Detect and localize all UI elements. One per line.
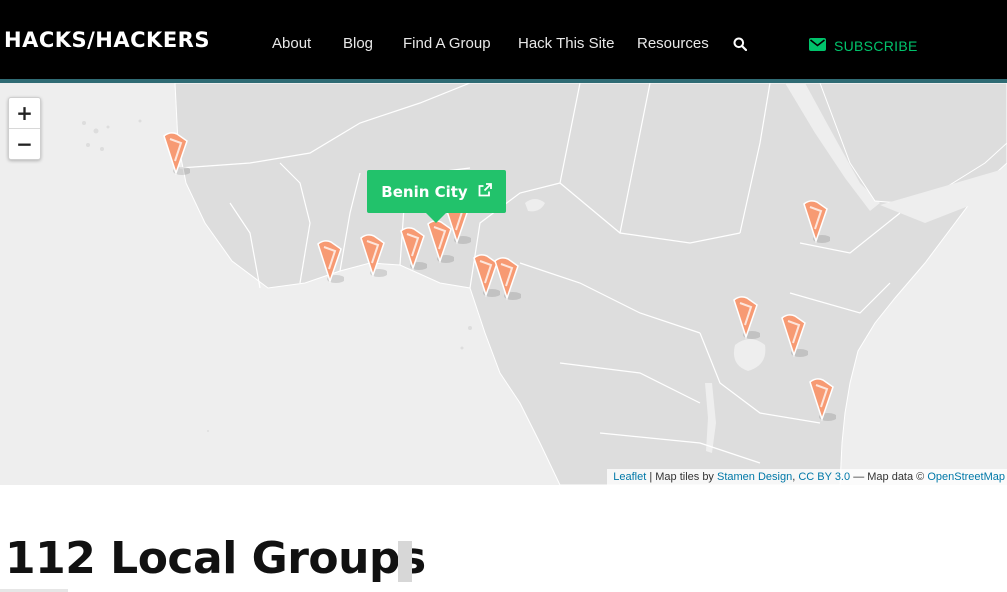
nav-resources[interactable]: Resources [637,35,709,52]
attribution-comma: , [792,471,796,483]
attribution-tiles-text: | Map tiles by [649,471,714,483]
zoom-in-button[interactable]: + [9,98,40,128]
envelope-icon [809,38,826,54]
map-marker[interactable] [357,233,388,283]
map-marker[interactable] [730,295,761,345]
site-header: HACKS/HACKERS About Blog Find A Group Ha… [0,0,1007,79]
map-marker[interactable] [397,226,428,276]
subscribe-button[interactable]: SUBSCRIBE [809,36,918,56]
nav-about[interactable]: About [272,35,311,52]
map-marker[interactable] [160,131,191,181]
site-logo[interactable]: HACKS/HACKERS [4,28,210,52]
map-marker[interactable] [491,256,522,306]
nav-hack-this-site[interactable]: Hack This Site [518,35,614,52]
license-link[interactable]: CC BY 3.0 [798,471,850,483]
nav-find-a-group[interactable]: Find A Group [403,35,491,52]
map-marker[interactable] [778,313,809,363]
subscribe-label: SUBSCRIBE [834,38,918,54]
osm-link[interactable]: OpenStreetMap [927,471,1005,483]
leaflet-link[interactable]: Leaflet [613,471,646,483]
external-link-icon [478,182,492,201]
map-popup[interactable]: Benin City [367,170,506,213]
zoom-control: + − [8,97,41,160]
attribution-data-text: — Map data © [853,471,925,483]
map-marker[interactable] [314,239,345,289]
nav-blog[interactable]: Blog [343,35,373,52]
stamen-link[interactable]: Stamen Design [717,471,792,483]
popup-tip [426,213,446,223]
map-marker[interactable] [424,219,455,269]
map-marker[interactable] [800,199,831,249]
page-title: 112 Local Groups [5,533,426,584]
title-accent-bar [398,541,412,582]
groups-map[interactable]: + − Benin City Leaflet | Map tiles by St… [0,83,1007,485]
search-icon[interactable] [733,37,748,52]
zoom-out-button[interactable]: − [9,128,40,159]
map-attribution: Leaflet | Map tiles by Stamen Design, CC… [607,469,1007,485]
popup-label[interactable]: Benin City [381,183,467,201]
map-marker[interactable] [806,377,837,427]
